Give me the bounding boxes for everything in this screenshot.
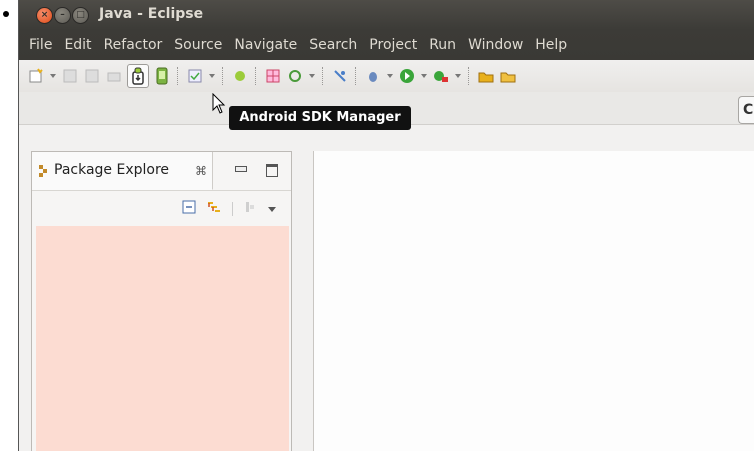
new-wizard-button[interactable] — [27, 67, 45, 85]
new-file-icon — [29, 68, 43, 83]
close-icon: × — [40, 10, 49, 20]
g-icon — [289, 70, 301, 82]
run-icon — [400, 69, 414, 83]
run-dropdown[interactable] — [420, 67, 428, 85]
new-dropdown[interactable] — [49, 67, 57, 85]
save-icon — [63, 69, 77, 83]
view-toolbar-separator — [232, 201, 233, 216]
new-android-project-button[interactable] — [231, 67, 249, 85]
menu-window[interactable]: Window — [462, 37, 529, 53]
save-all-icon — [85, 69, 99, 83]
print-icon — [107, 72, 121, 82]
close-tab-icon[interactable]: ⌘ — [195, 164, 207, 178]
toolbar-separator — [468, 67, 471, 85]
menu-run[interactable]: Run — [423, 37, 462, 53]
chevron-down-icon — [421, 74, 427, 78]
toolbar-separator — [355, 67, 358, 85]
menu-edit[interactable]: Edit — [58, 37, 97, 53]
chevron-down-icon — [50, 74, 56, 78]
view-toolbar — [32, 190, 291, 225]
print-button[interactable] — [105, 67, 123, 85]
bug-icon — [369, 72, 377, 82]
link-icon — [208, 202, 220, 212]
window-title: Java - Eclipse — [99, 6, 204, 22]
filter-icon — [246, 202, 254, 212]
maximize-icon: □ — [76, 10, 85, 20]
link-with-editor-button[interactable] — [206, 199, 222, 218]
window-minimize-button[interactable]: – — [54, 7, 71, 24]
lint-dropdown[interactable] — [208, 67, 216, 85]
menu-search[interactable]: Search — [303, 37, 363, 53]
eclipse-window: × – □ Java - Eclipse File Edit Refactor … — [18, 0, 754, 451]
skip-breakpoints-button[interactable] — [331, 67, 349, 85]
mouse-cursor-icon — [212, 93, 226, 114]
external-tools-button[interactable] — [432, 67, 450, 85]
chevron-down-icon — [387, 74, 393, 78]
grid-icon — [266, 69, 280, 83]
debug-dropdown[interactable] — [386, 67, 394, 85]
skip-breakpoints-icon — [334, 70, 346, 82]
lint-check-button[interactable] — [186, 67, 204, 85]
view-menu-button[interactable] — [267, 199, 277, 218]
minimize-icon: – — [60, 10, 65, 20]
debug-button[interactable] — [364, 67, 382, 85]
menu-help[interactable]: Help — [529, 37, 573, 53]
android-project-icon — [235, 71, 245, 81]
checklist-icon — [188, 69, 202, 83]
toolbar-separator — [222, 67, 225, 85]
package-explorer-title: Package Explore — [54, 162, 170, 178]
menu-refactor[interactable]: Refactor — [98, 37, 169, 53]
android-avd-manager-button[interactable] — [153, 67, 171, 85]
package-explorer-icon — [39, 165, 47, 177]
package-explorer-tree[interactable] — [36, 226, 289, 451]
chevron-down-icon — [209, 74, 215, 78]
package-explorer-view: Package Explore ⌘ — [31, 151, 292, 451]
collapse-all-icon — [182, 200, 196, 214]
minimize-view-button[interactable] — [235, 166, 247, 172]
window-maximize-button[interactable]: □ — [72, 7, 89, 24]
toolbar-separator — [177, 67, 180, 85]
google-button[interactable] — [286, 67, 304, 85]
open-type-button[interactable] — [264, 67, 282, 85]
filter-button[interactable] — [243, 199, 257, 218]
toolbar-separator — [322, 67, 325, 85]
android-sdk-manager-button[interactable] — [127, 64, 149, 88]
chevron-down-icon — [455, 74, 461, 78]
android-avd-icon — [156, 67, 168, 85]
run-button[interactable] — [398, 67, 416, 85]
android-sdk-manager-tooltip: Android SDK Manager — [229, 106, 411, 130]
list-bullet — [3, 11, 9, 17]
menu-project[interactable]: Project — [363, 37, 423, 53]
package-icon — [478, 72, 494, 83]
window-close-button[interactable]: × — [36, 7, 53, 24]
save-button[interactable] — [61, 67, 79, 85]
external-tools-dropdown[interactable] — [454, 67, 462, 85]
chevron-down-icon — [309, 74, 315, 78]
menu-bar: File Edit Refactor Source Navigate Searc… — [19, 30, 754, 60]
external-tools-icon — [434, 71, 448, 82]
maximize-view-button[interactable] — [266, 164, 278, 177]
folder-icon — [500, 72, 516, 83]
collapse-all-button[interactable] — [182, 199, 196, 218]
open-folder-button[interactable] — [499, 67, 517, 85]
menu-source[interactable]: Source — [168, 37, 228, 53]
main-toolbar — [19, 60, 754, 92]
android-sdk-manager-icon — [132, 67, 144, 85]
new-java-package-button[interactable] — [477, 67, 495, 85]
save-all-button[interactable] — [83, 67, 101, 85]
editor-area[interactable] — [313, 151, 754, 451]
menu-navigate[interactable]: Navigate — [228, 37, 303, 53]
toolbar-separator — [255, 67, 258, 85]
google-dropdown[interactable] — [308, 67, 316, 85]
view-menu-icon — [268, 207, 276, 212]
title-bar: × – □ Java - Eclipse — [19, 0, 754, 30]
package-explorer-tab[interactable]: Package Explore ⌘ — [32, 152, 213, 190]
menu-file[interactable]: File — [23, 37, 58, 53]
open-perspective-button[interactable]: C — [738, 96, 754, 124]
